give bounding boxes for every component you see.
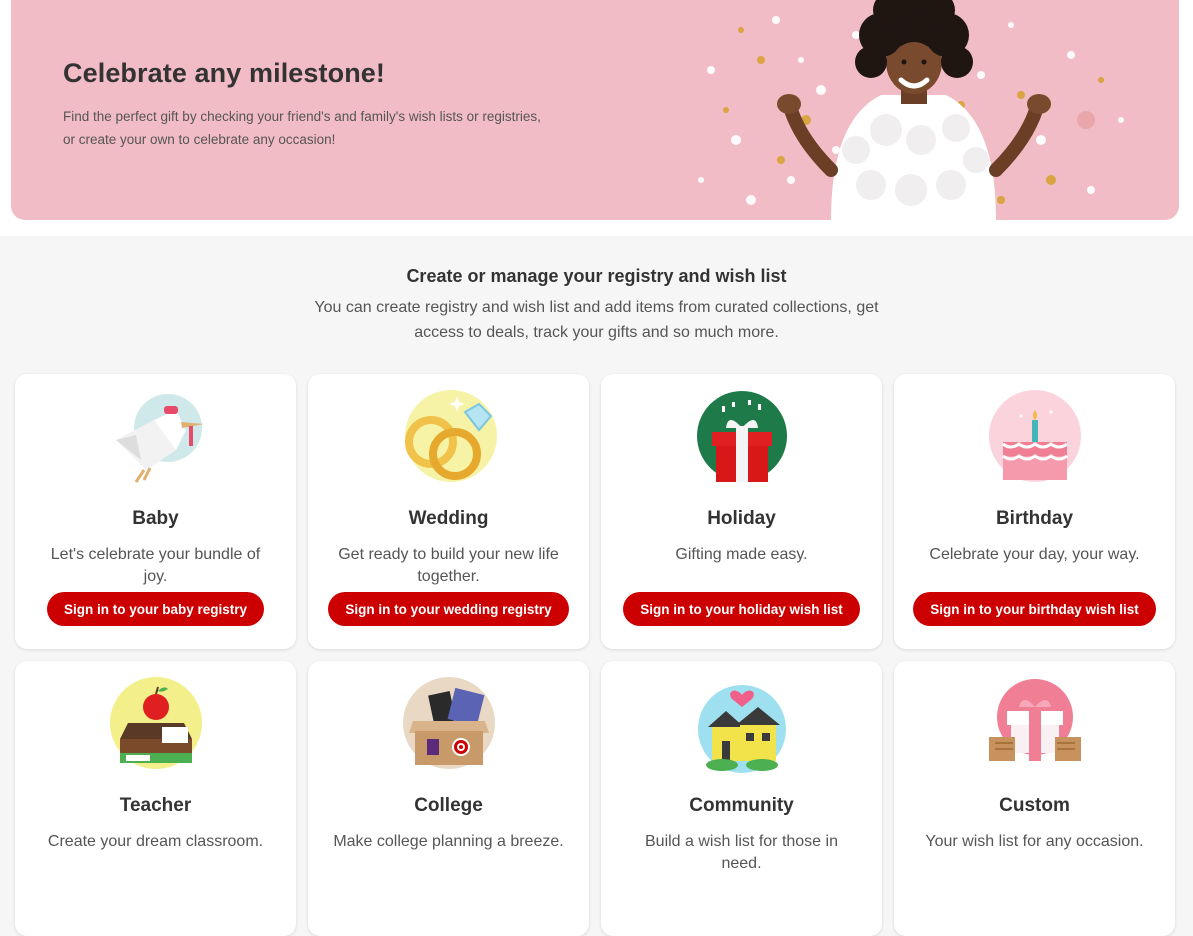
celebration-photo [698, 0, 1124, 220]
intro-subtitle-line: You can create registry and wish list an… [314, 299, 879, 316]
sign-in-wedding-registry-button[interactable]: Sign in to your wedding registry [328, 592, 569, 626]
gift-box-icon [696, 391, 787, 482]
card-title: Birthday [995, 508, 1074, 529]
registry-card-grid: Baby Let's celebrate your bundle of joy.… [15, 374, 1175, 936]
registry-card-wedding: Wedding Get ready to build your new life… [308, 374, 589, 649]
card-description: Gifting made easy. [675, 546, 808, 563]
hero-subtitle-line: or create your own to celebrate any occa… [63, 132, 336, 147]
card-title: Holiday [707, 508, 776, 529]
registry-card-teacher: Teacher Create your dream classroom. [15, 661, 296, 936]
college-box-icon [402, 677, 495, 769]
sign-in-baby-registry-button[interactable]: Sign in to your baby registry [46, 592, 265, 626]
card-description: Your wish list for any occasion. [925, 833, 1144, 850]
registry-card-holiday: Holiday Gifting made easy. Sign in to yo… [601, 374, 882, 649]
intro-subtitle: You can create registry and wish list an… [297, 295, 897, 345]
hands-gift-icon [988, 679, 1081, 761]
card-description: Celebrate your day, your way. [929, 546, 1140, 563]
card-description: Let's celebrate your bundle of joy. [50, 546, 261, 585]
registry-card-community: Community Build a wish list for those in… [601, 661, 882, 936]
rings-icon [404, 390, 497, 482]
registry-card-custom: Custom Your wish list for any occasion. [894, 661, 1175, 936]
card-description: Get ready to build your new life togethe… [338, 546, 559, 585]
card-title: Baby [132, 508, 179, 529]
card-description: Build a wish list for those in need. [645, 833, 838, 872]
hero-section: Celebrate any milestone! Find the perfec… [0, 0, 1193, 236]
house-heart-icon [697, 685, 786, 773]
intro-title: Create or manage your registry and wish … [406, 266, 787, 286]
hero-title: Celebrate any milestone! [63, 58, 386, 88]
hero-text: Celebrate any milestone! Find the perfec… [63, 58, 603, 151]
sign-in-holiday-wish-list-button[interactable]: Sign in to your holiday wish list [623, 592, 860, 626]
hero-banner: Celebrate any milestone! Find the perfec… [11, 0, 1179, 220]
sign-in-birthday-wish-list-button[interactable]: Sign in to your birthday wish list [913, 592, 1156, 626]
card-title: Community [689, 795, 794, 816]
registry-card-baby: Baby Let's celebrate your bundle of joy.… [15, 374, 296, 649]
intro-subtitle-line: access to deals, track your gifts and so… [414, 324, 779, 341]
card-title: Wedding [408, 508, 489, 529]
card-description: Make college planning a breeze. [333, 833, 564, 850]
card-title: Custom [999, 795, 1070, 816]
hero-subtitle: Find the perfect gift by checking your f… [63, 105, 603, 151]
intro-section: Create or manage your registry and wish … [0, 236, 1193, 345]
hero-subtitle-line: Find the perfect gift by checking your f… [63, 109, 541, 124]
birthday-cake-icon [988, 390, 1081, 482]
stork-icon [115, 394, 204, 483]
registry-card-college: College Make college planning a breeze. [308, 661, 589, 936]
card-description: Create your dream classroom. [47, 833, 264, 850]
card-title: Teacher [119, 795, 192, 816]
registry-card-birthday: Birthday Celebrate your day, your way. S… [894, 374, 1175, 649]
card-title: College [414, 795, 483, 816]
apple-desk-icon [109, 677, 202, 769]
